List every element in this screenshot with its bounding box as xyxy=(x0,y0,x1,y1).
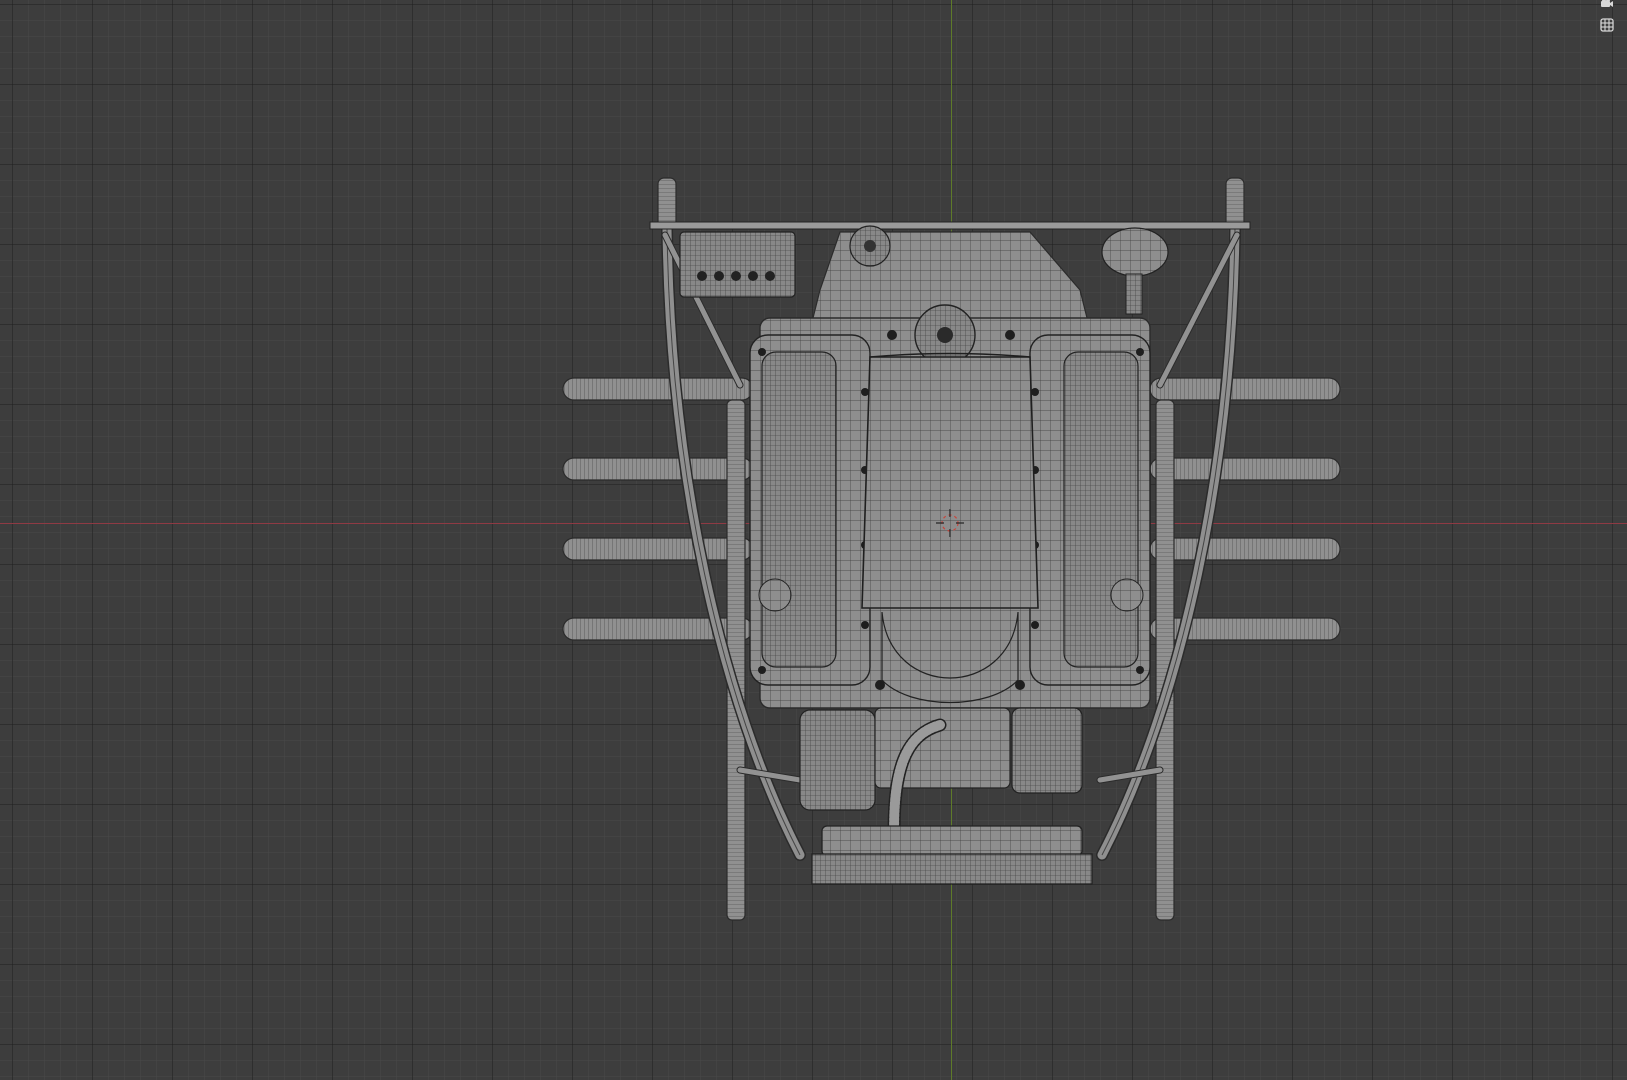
navigation-gizmo xyxy=(1593,0,1617,44)
cylinder-head-left xyxy=(749,334,871,686)
top-crossbar xyxy=(649,221,1251,230)
base-plate xyxy=(811,853,1093,885)
exhaust-pipes-right xyxy=(1149,377,1341,641)
engine-model[interactable] xyxy=(0,0,1627,1080)
ignition-box xyxy=(679,231,796,298)
cylinder-head-right xyxy=(1029,334,1151,686)
3d-viewport[interactable] xyxy=(0,0,1627,1080)
oil-tank xyxy=(1101,227,1169,277)
camera-icon[interactable] xyxy=(1597,0,1617,12)
air-cleaner xyxy=(861,356,1039,609)
oil-pan xyxy=(821,825,1083,857)
exhaust-pipes-left xyxy=(562,377,754,641)
grid-icon[interactable] xyxy=(1597,16,1617,34)
